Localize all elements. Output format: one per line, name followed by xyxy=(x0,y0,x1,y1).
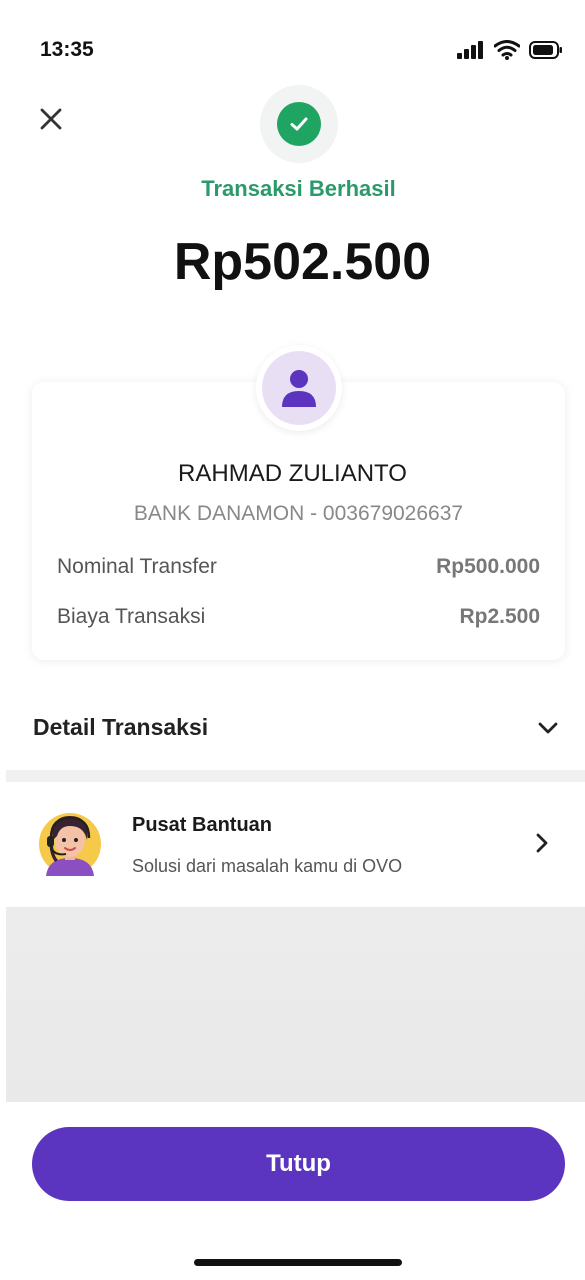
section-divider xyxy=(6,770,585,782)
transaction-detail-toggle[interactable]: Detail Transaksi xyxy=(0,690,585,765)
user-icon xyxy=(262,351,336,425)
detail-row-fee: Biaya Transaksi Rp2.500 xyxy=(57,605,540,629)
home-indicator[interactable] xyxy=(194,1259,402,1266)
help-center-subtitle: Solusi dari masalah kamu di OVO xyxy=(132,856,403,876)
help-center-item[interactable]: Pusat Bantuan Solusi dari masalah kamu d… xyxy=(0,782,585,907)
signal-icon xyxy=(457,41,483,59)
wifi-icon xyxy=(494,40,520,60)
close-button[interactable]: Tutup xyxy=(32,1127,565,1201)
transaction-status: Transaksi Berhasil xyxy=(201,176,396,201)
help-center-title: Pusat Bantuan xyxy=(132,814,273,836)
detail-section-title: Detail Transaksi xyxy=(33,714,209,740)
success-badge xyxy=(260,85,338,163)
chevron-right-icon xyxy=(536,833,548,853)
recipient-bank-account: BANK DANAMON - 003679026637 xyxy=(133,502,464,525)
checkmark-icon xyxy=(277,102,321,146)
detail-label: Nominal Transfer xyxy=(57,555,217,578)
status-icons xyxy=(457,40,563,60)
status-time: 13:35 xyxy=(40,38,94,61)
customer-service-avatar-icon xyxy=(39,813,101,876)
battery-icon xyxy=(529,41,562,59)
detail-row-nominal: Nominal Transfer Rp500.000 xyxy=(57,555,540,579)
recipient-name: RAHMAD ZULIANTO xyxy=(178,460,407,487)
content-placeholder-area xyxy=(6,907,585,1102)
chevron-down-icon xyxy=(538,722,558,733)
recipient-avatar xyxy=(256,345,342,431)
close-icon[interactable] xyxy=(32,100,70,138)
detail-label: Biaya Transaksi xyxy=(57,605,206,628)
detail-value: Rp500.000 xyxy=(436,555,540,578)
detail-value: Rp2.500 xyxy=(459,605,540,628)
transaction-amount: Rp502.500 xyxy=(173,233,432,291)
